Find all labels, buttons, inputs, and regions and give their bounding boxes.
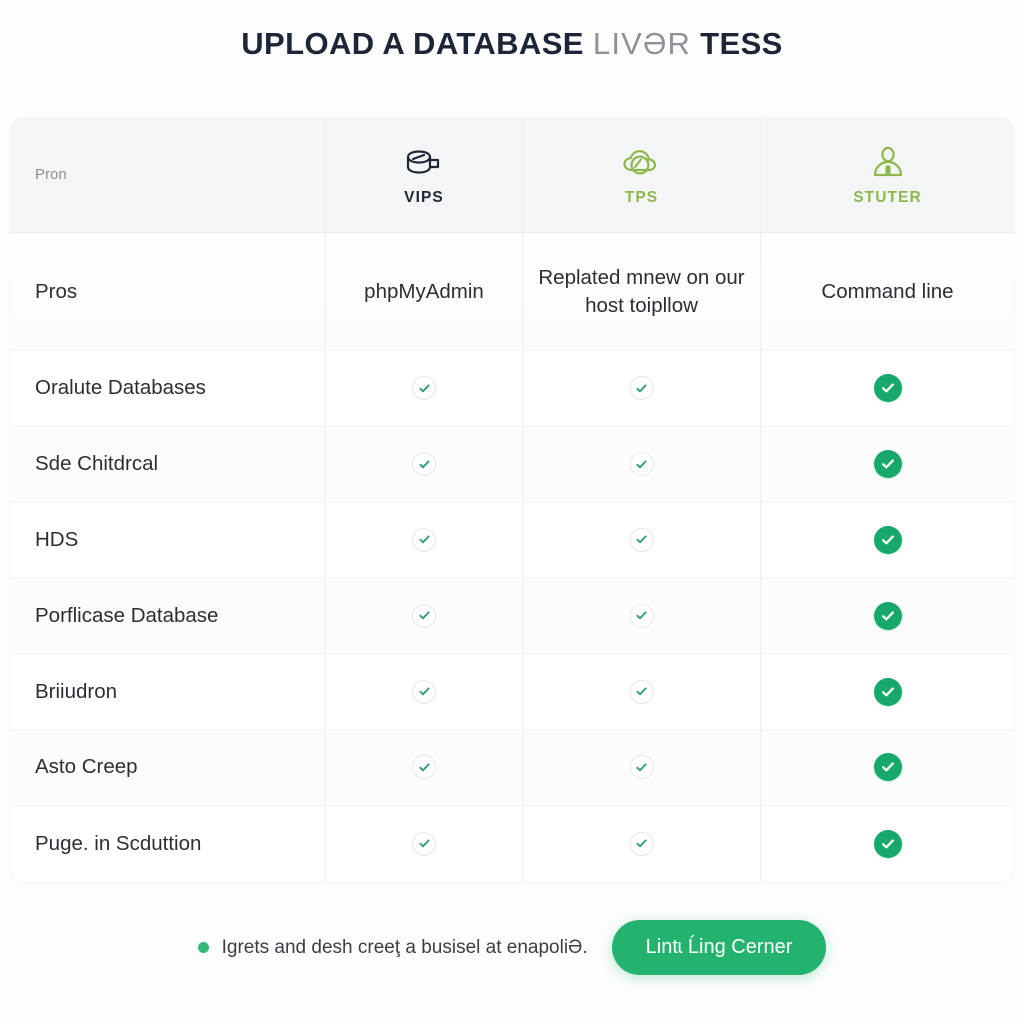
row-mark-cell — [760, 805, 1014, 882]
description-cell-label: Pros — [10, 233, 325, 350]
row-mark-cell — [325, 578, 522, 654]
row-label-pros: Pros — [35, 279, 78, 303]
table-row: Asto Creep — [10, 729, 1014, 806]
row-label-cell: Puge. in Scduttion — [10, 806, 325, 882]
table-row: Briiudron — [10, 654, 1014, 730]
check-solid-icon — [873, 601, 902, 630]
user-icon — [870, 143, 906, 183]
comparison-card: Pron VIPS TPS STUTER Pros phpMyAdmin Rep… — [10, 117, 1014, 882]
row-label: Briiudron — [35, 679, 118, 703]
page-title-secondary: TESS — [700, 26, 783, 61]
check-outline-icon — [412, 527, 436, 552]
row-label: HDS — [35, 527, 79, 551]
header-label-pron: Pron — [35, 166, 67, 183]
footer-note: Igrets and desh creeţ a busisel at enapo… — [197, 936, 588, 959]
header-cell-stuter[interactable]: STUTER — [760, 117, 1014, 232]
row-mark-cell — [325, 805, 522, 882]
row-mark-cell — [760, 351, 1014, 426]
row-mark-cell — [522, 805, 760, 882]
comparison-table: Pron VIPS TPS STUTER Pros phpMyAdmin Rep… — [10, 117, 1014, 882]
check-solid-icon — [873, 374, 902, 403]
check-outline-icon — [629, 527, 654, 552]
table-row: Puge. in Scduttion — [10, 805, 1014, 882]
row-mark-cell — [760, 654, 1014, 729]
row-mark-cell — [522, 578, 760, 654]
cloud-icon — [621, 143, 663, 183]
row-mark-cell — [760, 578, 1014, 654]
check-outline-icon — [412, 376, 436, 401]
row-mark-cell — [325, 654, 522, 729]
table-body: Oralute Databases Sde Chitdrcal HDS Porflic… — [10, 351, 1014, 882]
description-text-tps: Replated mnew on our host toipllow — [538, 265, 745, 317]
check-outline-icon — [629, 679, 654, 704]
database-icon — [404, 143, 444, 183]
description-text-vips: phpMyAdmin — [364, 279, 484, 303]
table-row: Sde Chitdrcal — [10, 426, 1014, 503]
row-label: Puge. in Scduttion — [35, 831, 202, 855]
row-mark-cell — [522, 426, 760, 502]
footer: Igrets and desh creeţ a busisel at enapo… — [0, 905, 1024, 990]
row-mark-cell — [522, 502, 760, 578]
check-solid-icon — [873, 753, 902, 782]
row-label-cell: Oralute Databases — [10, 351, 325, 426]
row-mark-cell — [522, 654, 760, 729]
cta-button[interactable]: Lintɩ Ĺing Cerner — [611, 920, 827, 975]
header-cell-label: Pron — [10, 117, 325, 232]
row-label: Sde Chitdrcal — [35, 452, 159, 476]
check-outline-icon — [629, 452, 654, 477]
row-label: Asto Creep — [35, 755, 138, 779]
table-row: Porflicase Database — [10, 578, 1014, 655]
row-label-cell: Sde Chitdrcal — [10, 427, 325, 502]
row-mark-cell — [522, 351, 760, 426]
row-mark-cell — [760, 426, 1014, 502]
row-mark-cell — [522, 729, 760, 805]
check-outline-icon — [412, 831, 436, 856]
header-label-tps: TPS — [624, 188, 659, 206]
check-solid-icon — [873, 525, 902, 554]
description-text-stuter: Command line — [821, 279, 954, 303]
bullet-icon — [197, 942, 209, 953]
check-outline-icon — [412, 755, 436, 780]
header-cell-tps[interactable]: TPS — [522, 117, 760, 232]
row-label: Oralute Databases — [35, 376, 206, 400]
footer-note-text: Igrets and desh creeţ a busisel at enapo… — [221, 936, 588, 958]
description-cell-stuter: Command line — [760, 233, 1014, 350]
page-title-light: LIVƏR — [592, 26, 692, 61]
row-label-cell: Asto Creep — [10, 730, 325, 805]
page-title: UPLOAD A DATABASE LIVƏR TESS — [0, 26, 1024, 62]
check-solid-icon — [873, 677, 902, 706]
check-solid-icon — [873, 450, 902, 479]
row-mark-cell — [325, 351, 522, 426]
table-row: Oralute Databases — [10, 351, 1014, 427]
header-label-stuter: STUTER — [853, 188, 922, 206]
check-outline-icon — [412, 452, 436, 477]
table-description-row: Pros phpMyAdmin Replated mnew on our hos… — [10, 233, 1014, 351]
row-mark-cell — [325, 729, 522, 805]
row-label-cell: HDS — [10, 503, 325, 578]
table-row: HDS — [10, 502, 1014, 579]
row-mark-cell — [760, 502, 1014, 578]
header-cell-vips[interactable]: VIPS — [325, 117, 522, 232]
row-mark-cell — [325, 502, 522, 578]
check-outline-icon — [412, 603, 436, 628]
row-label-cell: Briiudron — [10, 654, 325, 729]
header-label-vips: VIPS — [404, 188, 444, 206]
check-outline-icon — [629, 831, 654, 856]
check-outline-icon — [629, 603, 654, 628]
check-outline-icon — [412, 679, 436, 704]
row-label-cell: Porflicase Database — [10, 578, 325, 653]
description-cell-vips: phpMyAdmin — [325, 233, 522, 350]
row-mark-cell — [325, 426, 522, 502]
check-outline-icon — [629, 755, 654, 780]
row-mark-cell — [760, 729, 1014, 805]
page-title-primary: UPLOAD A DATABASE — [241, 26, 584, 61]
table-header-row: Pron VIPS TPS STUTER — [10, 117, 1014, 233]
check-outline-icon — [629, 376, 654, 401]
row-label: Porflicase Database — [35, 603, 219, 627]
check-solid-icon — [873, 829, 902, 858]
description-cell-tps: Replated mnew on our host toipllow — [522, 233, 760, 350]
